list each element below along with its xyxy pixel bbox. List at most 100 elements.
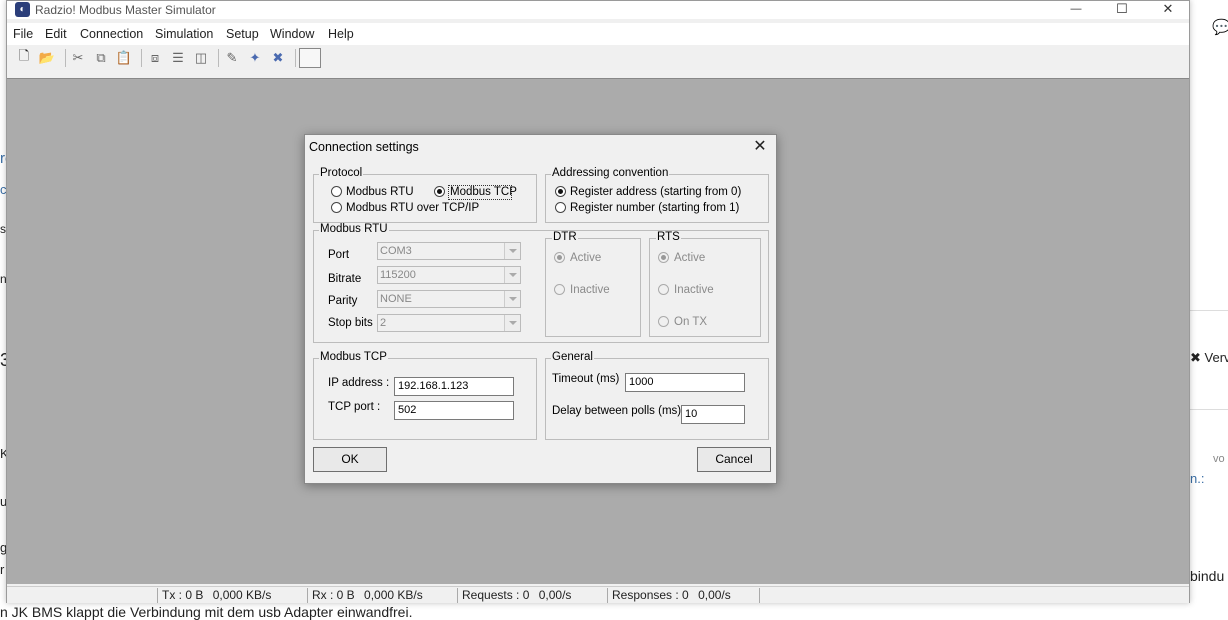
disconnect-icon[interactable]: ✦ [246,49,264,67]
cancel-button[interactable]: Cancel [697,447,771,472]
toolbar-separator [141,49,142,67]
chevron-down-icon[interactable] [504,315,520,331]
bg-right-colon: n.: [1190,471,1205,486]
status-requests: Requests : 0 0,00/s [457,588,607,603]
status-requests-count: Requests : 0 [462,588,530,602]
tile-horizontal-icon[interactable]: ☰ [169,49,187,67]
parity-select-value: NONE [380,293,412,305]
dialog-close-button[interactable]: ✕ [750,137,770,157]
radio-dtr-inactive-label[interactable]: Inactive [570,284,610,296]
timeout-input[interactable]: 1000 [625,373,745,392]
status-extra [759,588,1187,603]
radio-dtr-active-label[interactable]: Active [570,252,601,264]
stop-bits-select-value: 2 [380,317,387,329]
new-document-icon[interactable]: 🗋 [15,48,33,67]
tcp-port-label: TCP port : [328,401,381,413]
status-responses-count: Responses : 0 [612,588,689,602]
dtr-group: DTR Active Inactive [545,231,641,337]
blank-button[interactable] [299,48,321,68]
toolbar-separator [218,49,219,67]
radio-rts-inactive-label[interactable]: Inactive [674,284,714,296]
dtr-group-label: DTR [552,231,578,243]
radio-dtr-active[interactable] [554,252,565,263]
cut-icon[interactable]: ✂ [69,49,87,67]
menu-edit[interactable]: Edit [45,27,67,41]
dialog-title: Connection settings [309,140,419,154]
radio-rts-active[interactable] [658,252,669,263]
paste-icon[interactable]: 📋 [115,49,133,67]
chevron-down-icon[interactable] [504,267,520,283]
toolbar-separator [295,49,296,67]
status-responses-rate: 0,00/s [698,588,731,602]
status-bar: Tx : 0 B 0,000 KB/s Rx : 0 B 0,000 KB/s … [7,586,1189,603]
port-select-value: COM3 [380,245,412,257]
delay-input[interactable]: 10 [681,405,745,424]
chat-icon[interactable]: 💬 [1212,18,1228,36]
copy-icon[interactable]: ⧉ [92,49,110,67]
maximize-button[interactable]: ☐ [1099,1,1145,19]
tile-vertical-icon[interactable]: ◫ [192,49,210,67]
stop-bits-select[interactable]: 2 [377,314,521,332]
menu-file[interactable]: File [13,27,33,41]
ip-address-label: IP address : [328,377,390,389]
chevron-down-icon[interactable] [504,243,520,259]
parity-select[interactable]: NONE [377,290,521,308]
port-select[interactable]: COM3 [377,242,521,260]
modbus-rtu-group: Modbus RTU Port COM3 Bitrate 115200 Pari… [313,223,769,343]
protocol-group: Protocol Modbus RTU Modbus TCP Modbus RT… [313,167,537,223]
radio-modbus-rtu-over-tcp[interactable] [331,202,342,213]
delay-label: Delay between polls (ms) [552,405,682,417]
title-bar: ◐ Radzio! Modbus Master Simulator — ☐ ✕ [7,1,1189,19]
toolbar-separator [65,49,66,67]
bg-left-fragment: r [0,562,5,577]
status-rx: Rx : 0 B 0,000 KB/s [307,588,457,603]
bg-bottom-text: n JK BMS klappt die Verbindung mit dem u… [0,604,413,620]
menu-simulation[interactable]: Simulation [155,27,213,41]
radio-rts-on-tx[interactable] [658,316,669,327]
radio-register-number-label[interactable]: Register number (starting from 1) [570,202,739,214]
ok-button[interactable]: OK [313,447,387,472]
radio-modbus-tcp-label[interactable]: Modbus TCP [450,186,517,198]
tcp-port-input[interactable]: 502 [394,401,514,420]
menu-setup[interactable]: Setup [226,27,259,41]
status-rx-bytes: Rx : 0 B [312,588,355,602]
bg-right-button[interactable]: ✖ Verv [1190,350,1228,366]
addressing-group-label: Addressing convention [551,167,670,179]
status-empty [7,588,157,603]
radio-rts-active-label[interactable]: Active [674,252,705,264]
radio-register-address[interactable] [555,186,566,197]
protocol-group-label: Protocol [319,167,364,179]
chevron-down-icon[interactable] [504,291,520,307]
radio-modbus-tcp[interactable] [434,186,445,197]
radio-modbus-rtu-over-tcp-label[interactable]: Modbus RTU over TCP/IP [346,202,479,214]
bg-right-button-label: Verv [1204,350,1228,365]
modbus-tcp-group: Modbus TCP IP address : 192.168.1.123 TC… [313,351,537,440]
bitrate-select[interactable]: 115200 [377,266,521,284]
connection-settings-dialog: Connection settings ✕ Protocol Modbus RT… [304,134,777,484]
menu-help[interactable]: Help [328,27,354,41]
cascade-windows-icon[interactable]: ⧈ [146,49,164,67]
parity-label: Parity [328,295,358,307]
menu-window[interactable]: Window [270,27,314,41]
addressing-group: Addressing convention Register address (… [545,167,769,223]
bitrate-select-value: 115200 [380,269,416,281]
open-folder-icon[interactable]: 📂 [38,49,56,67]
rts-group-label: RTS [656,231,681,243]
settings-icon[interactable]: ✖ [269,49,287,67]
radio-rts-inactive[interactable] [658,284,669,295]
connect-icon[interactable]: ✎ [223,49,241,67]
close-button[interactable]: ✕ [1145,1,1191,19]
ip-address-input[interactable]: 192.168.1.123 [394,377,514,396]
app-icon: ◐ [15,2,30,17]
port-label: Port [328,249,350,261]
radio-modbus-rtu-label[interactable]: Modbus RTU [346,186,414,198]
minimize-button[interactable]: — [1053,1,1099,19]
radio-rts-on-tx-label[interactable]: On TX [674,316,707,328]
menu-connection[interactable]: Connection [80,27,143,41]
radio-register-address-label[interactable]: Register address (starting from 0) [570,186,741,198]
radio-modbus-rtu[interactable] [331,186,342,197]
radio-register-number[interactable] [555,202,566,213]
status-tx-rate: 0,000 KB/s [212,588,272,602]
radio-dtr-inactive[interactable] [554,284,565,295]
bg-right-vo: vo [1213,453,1225,465]
